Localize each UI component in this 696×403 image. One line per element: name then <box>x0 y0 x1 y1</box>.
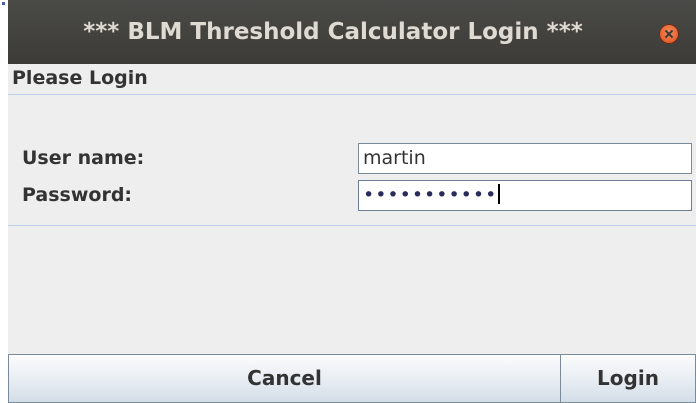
username-field[interactable]: martin <box>358 143 692 174</box>
login-header: Please Login <box>8 64 696 95</box>
close-icon[interactable] <box>659 24 679 44</box>
password-masked-value: ••••••••••• <box>363 184 498 206</box>
login-form: User name: martin Password: ••••••••••• <box>8 95 696 226</box>
login-dialog: *** BLM Threshold Calculator Login *** P… <box>8 0 696 403</box>
header-text: Please Login <box>12 67 148 89</box>
username-label: User name: <box>22 147 145 169</box>
window-title: *** BLM Threshold Calculator Login *** <box>83 19 583 45</box>
text-cursor <box>498 184 501 204</box>
password-label: Password: <box>22 184 133 206</box>
desktop-artifact <box>2 2 5 5</box>
cancel-button[interactable]: Cancel <box>8 354 561 403</box>
spacer-panel <box>8 226 696 354</box>
password-field[interactable]: ••••••••••• <box>358 180 692 211</box>
title-bar[interactable]: *** BLM Threshold Calculator Login *** <box>8 0 696 64</box>
background-edge <box>0 0 8 403</box>
login-button[interactable]: Login <box>560 354 696 403</box>
username-value: martin <box>363 147 426 169</box>
